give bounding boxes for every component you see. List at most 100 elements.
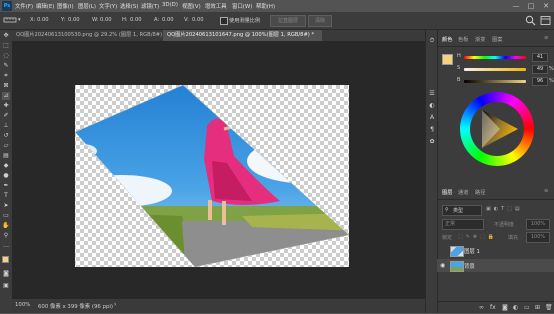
tab-gradients[interactable]: 渐变 bbox=[475, 36, 485, 43]
adjustment-icon[interactable]: ◐ bbox=[513, 304, 518, 311]
rectangle-tool-icon[interactable]: ▭ bbox=[2, 212, 10, 220]
clone-stamp-icon[interactable]: ⊥ bbox=[2, 122, 10, 130]
move-tool-icon[interactable]: ✥ bbox=[2, 32, 10, 40]
menu-select[interactable]: 选择(S) bbox=[120, 2, 138, 10]
eye-icon[interactable]: ◉ bbox=[440, 262, 445, 269]
layer-filter-icons[interactable]: ▣◐T⬚▤ bbox=[486, 206, 523, 212]
h-value[interactable]: 0.00 bbox=[130, 17, 142, 23]
tab-color[interactable]: 颜色 bbox=[442, 36, 452, 43]
tab-paths[interactable]: 路径 bbox=[475, 189, 485, 196]
foreground-color-swatch[interactable] bbox=[2, 256, 9, 263]
character-panel-icon[interactable]: A bbox=[428, 114, 436, 122]
adjustments-panel-icon[interactable]: ◐ bbox=[428, 102, 436, 110]
frame-tool-icon[interactable]: ⊠ bbox=[2, 82, 10, 90]
w-value[interactable]: 0.00 bbox=[100, 17, 112, 23]
layer-row[interactable]: 图层 1 bbox=[437, 244, 554, 257]
properties-panel-icon[interactable]: ☰ bbox=[428, 90, 436, 98]
tab-channels[interactable]: 通道 bbox=[458, 189, 468, 196]
history-brush-icon[interactable]: ↺ bbox=[2, 132, 10, 140]
maximize-button[interactable]: □ bbox=[525, 1, 537, 11]
lasso-tool-icon[interactable]: ◌ bbox=[2, 52, 10, 60]
saturation-slider[interactable] bbox=[464, 68, 526, 71]
menu-image[interactable]: 图像(I) bbox=[57, 2, 74, 10]
layer-name[interactable]: 背景 bbox=[464, 262, 475, 270]
ruler-tool-icon[interactable] bbox=[3, 15, 17, 25]
saturation-value[interactable]: 49 bbox=[532, 65, 548, 74]
opacity-input[interactable]: 100% bbox=[526, 219, 550, 230]
layer-name[interactable]: 图层 1 bbox=[464, 247, 480, 255]
brush-tool-icon[interactable]: ✐ bbox=[2, 112, 10, 120]
document-canvas[interactable] bbox=[12, 41, 425, 299]
layers-panel-menu-icon[interactable]: ≡ bbox=[544, 188, 548, 194]
brightness-value[interactable]: 96 bbox=[532, 77, 548, 86]
folder-icon[interactable]: ▭ bbox=[524, 304, 530, 311]
layer-row[interactable]: ◉ 背景 bbox=[437, 259, 554, 272]
blend-mode-select[interactable]: 正常 bbox=[442, 219, 484, 230]
more-tools-icon[interactable]: … bbox=[2, 242, 10, 250]
new-layer-icon[interactable]: ⊞ bbox=[535, 304, 540, 311]
type-tool-icon[interactable]: T bbox=[2, 192, 10, 200]
path-select-icon[interactable]: ➤ bbox=[2, 202, 10, 210]
tab-patterns[interactable]: 图案 bbox=[492, 36, 502, 43]
tool-preset-chevron-icon[interactable]: ▾ bbox=[18, 17, 21, 23]
mask-icon[interactable]: ◙ bbox=[502, 304, 508, 311]
status-arrow-icon[interactable]: › bbox=[114, 301, 116, 308]
color-foreground-swatch[interactable] bbox=[442, 54, 453, 65]
gradient-tool-icon[interactable]: ▤ bbox=[2, 152, 10, 160]
menu-file[interactable]: 文件(F) bbox=[15, 2, 33, 10]
x-value[interactable]: 0.00 bbox=[37, 17, 49, 23]
menu-type[interactable]: 文字(Y) bbox=[99, 2, 117, 10]
brush-panel-icon[interactable]: ✿ bbox=[428, 138, 436, 146]
hue-slider[interactable] bbox=[464, 56, 526, 59]
history-panel-icon[interactable]: ⏱ bbox=[428, 37, 436, 45]
menu-edit[interactable]: 编辑(E) bbox=[36, 2, 54, 10]
eraser-tool-icon[interactable]: ▱ bbox=[2, 142, 10, 150]
trash-icon[interactable]: 🗑 bbox=[545, 304, 553, 311]
ruler-tool-icon[interactable]: ⊿ bbox=[2, 92, 10, 100]
tab-document-2[interactable]: QQ图片20240613101647.png @ 100%(图层 1, RGB/… bbox=[163, 30, 322, 41]
crop-tool-icon[interactable]: ⌗ bbox=[2, 72, 10, 80]
minimize-button[interactable]: — bbox=[510, 1, 522, 11]
layer-filter-select[interactable]: ⚲ 类型 bbox=[442, 205, 482, 216]
hand-tool-icon[interactable]: ✋ bbox=[2, 222, 10, 230]
menu-help[interactable]: 帮助(H) bbox=[256, 2, 275, 10]
color-triangle[interactable] bbox=[474, 106, 520, 152]
lock-icons[interactable]: ⬚✎✥⬚🔒 bbox=[458, 234, 497, 240]
zoom-level[interactable]: 100% bbox=[15, 302, 30, 308]
blur-tool-icon[interactable]: ◆ bbox=[2, 162, 10, 170]
marquee-tool-icon[interactable]: ⬚ bbox=[2, 42, 10, 50]
menu-3d[interactable]: 3D(D) bbox=[162, 2, 178, 8]
dodge-tool-icon[interactable]: ● bbox=[2, 172, 10, 180]
workspace-icon[interactable] bbox=[540, 15, 551, 26]
screen-mode-icon[interactable]: ▣ bbox=[2, 282, 10, 290]
search-icon[interactable] bbox=[525, 15, 536, 26]
tab-swatches[interactable]: 色板 bbox=[458, 36, 468, 43]
l1-value[interactable]: 0.00 bbox=[192, 17, 204, 23]
y-value[interactable]: 0.00 bbox=[68, 17, 80, 23]
zoom-tool-icon[interactable]: ⚲ bbox=[2, 232, 10, 240]
measurement-scale-checkbox[interactable] bbox=[220, 17, 228, 25]
fill-input[interactable]: 100% bbox=[526, 232, 550, 243]
clear-button[interactable]: 清除 bbox=[308, 15, 332, 27]
hue-value[interactable]: 41 bbox=[532, 53, 548, 62]
menu-plugins[interactable]: 增效工具 bbox=[205, 2, 227, 10]
menu-filter[interactable]: 滤镜(T) bbox=[141, 2, 159, 10]
fx-icon[interactable]: fx bbox=[490, 304, 496, 311]
healing-brush-icon[interactable]: ✚ bbox=[2, 102, 10, 110]
menu-layer[interactable]: 图层(L) bbox=[78, 2, 96, 10]
pen-tool-icon[interactable]: ✒ bbox=[2, 182, 10, 190]
paragraph-panel-icon[interactable]: ¶ bbox=[428, 126, 436, 134]
quick-select-tool-icon[interactable]: ✎ bbox=[2, 62, 10, 70]
menu-view[interactable]: 视图(V) bbox=[182, 2, 201, 10]
straighten-layer-button[interactable]: 拉直图层 bbox=[270, 15, 306, 27]
tab-document-1[interactable]: QQ图片20240613100530.png @ 29.2% (图层 1, RG… bbox=[12, 30, 167, 41]
document-info[interactable]: 600 像素 x 399 像素 (96 ppi) bbox=[38, 302, 113, 310]
canvas-area[interactable] bbox=[12, 41, 425, 299]
quick-mask-icon[interactable]: ◙ bbox=[2, 270, 10, 278]
close-button[interactable]: ✕ bbox=[540, 1, 552, 11]
angle-value[interactable]: 0.00 bbox=[162, 17, 174, 23]
tab-layers[interactable]: 图层 bbox=[442, 189, 452, 196]
brightness-slider[interactable] bbox=[464, 80, 526, 83]
panel-menu-icon[interactable]: ≡ bbox=[544, 35, 548, 41]
menu-window[interactable]: 窗口(W) bbox=[232, 2, 252, 10]
